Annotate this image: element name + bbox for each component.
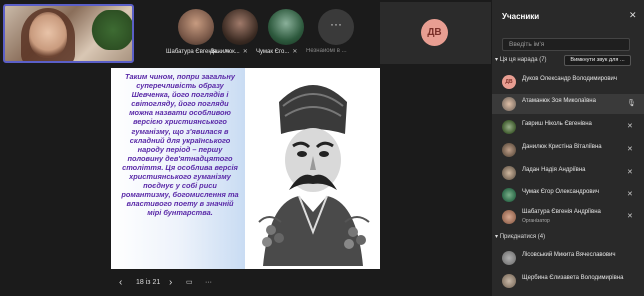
slide-page-indicator: 18 із 21 bbox=[136, 279, 161, 286]
invited-row[interactable]: Щербина Єлизавета Володимирівна bbox=[492, 271, 644, 291]
sync-view-icon[interactable]: ▭ bbox=[186, 276, 193, 290]
participant-face bbox=[29, 12, 67, 58]
more-participants-icon: ··· bbox=[318, 9, 354, 45]
participant-name: Атаманюк Зоя Миколаївна bbox=[522, 98, 596, 104]
avatar bbox=[268, 9, 304, 45]
participant-name: Щербина Єлизавета Володимирівна bbox=[522, 275, 624, 281]
avatar bbox=[502, 143, 516, 157]
shevchenko-portrait-image bbox=[249, 72, 377, 266]
participants-panel: Учасники ✕ Введіть ім'я ▾ Ця ця нарада (… bbox=[492, 0, 644, 296]
more-options-button[interactable]: ··· bbox=[205, 276, 212, 290]
mic-off-icon: ✕ bbox=[292, 49, 298, 55]
search-input[interactable]: Введіть ім'я bbox=[502, 38, 630, 51]
participant-row[interactable]: Атаманюк Зоя Миколаївна 🎙 bbox=[492, 94, 644, 114]
participant-row[interactable]: Гавриш Ніколь Євгенівна ✕ bbox=[492, 117, 644, 137]
participant-name: Гавриш Ніколь Євгенівна bbox=[522, 121, 592, 127]
chevron-down-icon: ▾ bbox=[495, 57, 499, 63]
tile-name: Данилюк... bbox=[210, 49, 240, 55]
invited-row[interactable]: Лісовський Микита Вячеславович bbox=[492, 248, 644, 268]
mic-off-icon: ✕ bbox=[627, 169, 633, 176]
avatar bbox=[502, 120, 516, 134]
participant-tile-dv[interactable]: ДВ bbox=[380, 2, 491, 64]
tile-name-label: Незнайомі в ... bbox=[306, 48, 376, 54]
slide-text-panel: Таким чином, попри загальну суперечливіс… bbox=[111, 68, 245, 269]
avatar bbox=[222, 9, 258, 45]
mic-on-icon: 🎙 bbox=[627, 100, 636, 107]
avatar: ДВ bbox=[502, 75, 516, 89]
background-plant bbox=[91, 10, 132, 50]
mic-off-icon: ✕ bbox=[242, 49, 248, 55]
mic-off-icon: ✕ bbox=[627, 191, 633, 198]
previous-slide-button[interactable]: ‹ bbox=[119, 276, 122, 290]
meeting-stage: Шабатура Євгенія... ✕ Данилюк... ✕ Чумак Є… bbox=[0, 0, 492, 296]
participant-row[interactable]: Данилюк Кристіна Віталіївна ✕ bbox=[492, 140, 644, 160]
chevron-down-icon: ▾ bbox=[495, 234, 499, 240]
avatar bbox=[178, 9, 214, 45]
participant-name: Дуков Олександр Володимирович bbox=[522, 76, 618, 82]
participant-row[interactable]: Ладан Надія Андріївна ✕ bbox=[492, 163, 644, 183]
avatar bbox=[502, 274, 516, 288]
participant-row[interactable]: Шабатура Євгенія Андріївна Організатор ✕ bbox=[492, 207, 644, 227]
avatar bbox=[502, 210, 516, 224]
gallery-tile-3[interactable]: Чумак Єго... ✕ bbox=[256, 4, 310, 56]
self-video-tile[interactable] bbox=[3, 4, 134, 63]
participant-name: Лісовський Микита Вячеславович bbox=[522, 252, 616, 258]
avatar bbox=[502, 251, 516, 265]
mic-off-icon: ✕ bbox=[627, 146, 633, 153]
tile-name: Незнайомі в ... bbox=[306, 48, 347, 54]
invited-section[interactable]: ▾ Приєднатися (4) bbox=[495, 232, 545, 243]
avatar bbox=[502, 97, 516, 111]
slide-controls: ‹ 18 із 21 › ▭ ··· bbox=[111, 276, 380, 290]
slide-text: Таким чином, попри загальну суперечливіс… bbox=[121, 72, 239, 218]
participant-row[interactable]: Чумак Єгор Олександрович ✕ bbox=[492, 185, 644, 205]
participant-name: Ладан Надія Андріївна bbox=[522, 167, 586, 173]
participant-name: Шабатура Євгенія Андріївна bbox=[522, 209, 601, 215]
next-slide-button[interactable]: › bbox=[169, 276, 172, 290]
mic-off-icon: ✕ bbox=[627, 123, 633, 130]
participant-row[interactable]: ДВ Дуков Олександр Володимирович bbox=[492, 72, 644, 92]
participant-name: Чумак Єгор Олександрович bbox=[522, 189, 600, 195]
mute-all-button[interactable]: Вимкнути звук для ... bbox=[564, 55, 631, 66]
tile-name: Чумак Єго... bbox=[256, 49, 290, 55]
avatar bbox=[502, 188, 516, 202]
avatar bbox=[502, 166, 516, 180]
avatar-initials: ДВ bbox=[421, 19, 448, 46]
participant-role: Організатор bbox=[522, 218, 550, 224]
mic-off-icon: ✕ bbox=[627, 213, 633, 220]
shared-slide: Таким чином, попри загальну суперечливіс… bbox=[111, 68, 380, 269]
panel-title: Учасники bbox=[502, 12, 540, 21]
section-label: Ця ця нарада (7) bbox=[499, 57, 547, 63]
in-meeting-section[interactable]: ▾ Ця ця нарада (7) bbox=[495, 55, 547, 66]
section-label: Приєднатися (4) bbox=[499, 234, 546, 240]
gallery-tile-more[interactable]: ··· Незнайомі в ... bbox=[306, 4, 360, 56]
participant-name: Данилюк Кристіна Віталіївна bbox=[522, 144, 602, 150]
close-icon[interactable]: ✕ bbox=[629, 10, 637, 21]
